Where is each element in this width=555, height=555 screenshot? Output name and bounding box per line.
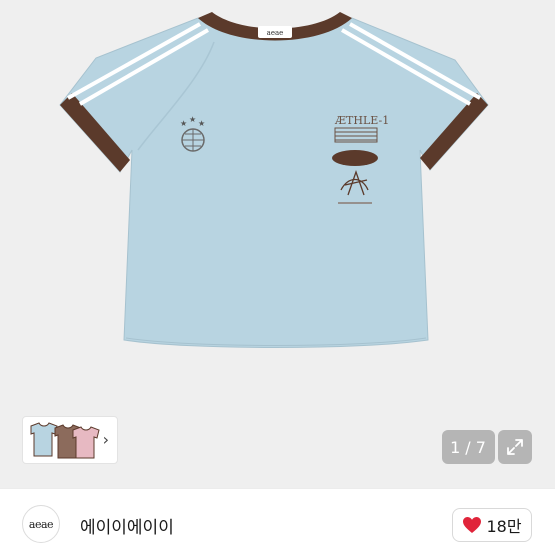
collar-logo-text: aeae xyxy=(267,29,284,37)
product-photo: aeae ★ ★ ★ ÆTHLE-1 xyxy=(59,12,489,348)
seller-name[interactable]: 에이이에이이 xyxy=(80,513,174,538)
chevron-right-icon[interactable]: › xyxy=(103,430,109,450)
thumbnail-tshirt-pink xyxy=(72,426,100,459)
star-icon: ★ xyxy=(180,119,187,128)
fullscreen-button[interactable] xyxy=(498,430,532,464)
product-image-gallery[interactable]: aeae ★ ★ ★ ÆTHLE-1 › 1 / 7 xyxy=(0,0,555,488)
total-pages: 7 xyxy=(475,437,487,457)
oval-patch xyxy=(332,150,378,166)
chest-text: ÆTHLE-1 xyxy=(334,114,389,127)
star-icon: ★ xyxy=(189,115,196,124)
heart-icon xyxy=(463,517,482,533)
seller-avatar[interactable]: aeae xyxy=(22,505,60,543)
page-counter: 1 / 7 xyxy=(442,430,495,464)
like-button[interactable]: 18만 xyxy=(452,508,532,542)
like-count: 18만 xyxy=(486,517,522,536)
thumbnail-strip[interactable]: › xyxy=(22,416,118,464)
page-separator: / xyxy=(465,437,472,457)
avatar-logo-text: aeae xyxy=(28,517,54,531)
current-page: 1 xyxy=(450,437,462,457)
expand-icon xyxy=(507,439,523,455)
thumbnail-tshirt-blue xyxy=(30,422,58,457)
star-icon: ★ xyxy=(198,119,205,128)
thumbnail-images[interactable] xyxy=(23,416,103,464)
